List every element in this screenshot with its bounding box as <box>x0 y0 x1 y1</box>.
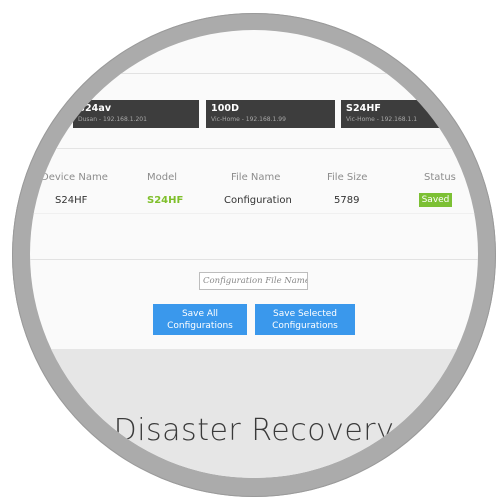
device-card-s24av[interactable]: S24av Dusan - 192.168.1.201 <box>73 100 199 128</box>
cell-device-name: S24HF <box>55 195 88 206</box>
magnified-view: S24av Dusan - 192.168.1.201 100D Vic-Hom… <box>30 30 478 478</box>
status-badge: Saved <box>419 193 452 207</box>
device-name: 100D <box>211 103 240 114</box>
column-header-device-name: Device Name <box>41 172 108 183</box>
button-label-line: Save All <box>181 309 219 319</box>
button-label-line: Configurations <box>167 321 233 331</box>
device-address: Vic-Home - 192.168.1.1 <box>346 116 418 123</box>
table-row-divider <box>30 213 478 214</box>
cell-file-name: Configuration <box>224 195 292 206</box>
column-header-file-size: File Size <box>327 172 368 183</box>
device-card-s24hf[interactable]: S24HF Vic-Home - 192.168.1.1 <box>341 100 478 128</box>
divider <box>30 259 478 260</box>
save-selected-configurations-button[interactable]: Save Selected Configurations <box>255 304 355 335</box>
column-header-status: Status <box>424 172 456 183</box>
device-card[interactable] <box>30 100 68 128</box>
configuration-file-name-input[interactable]: Configuration File Name <box>199 272 308 290</box>
cell-model: S24HF <box>147 195 184 206</box>
device-name: S24HF <box>346 103 382 114</box>
column-header-model: Model <box>147 172 178 183</box>
button-label-line: Configurations <box>272 321 338 331</box>
save-all-configurations-button[interactable]: Save All Configurations <box>153 304 247 335</box>
page-heading: Disaster Recovery <box>113 413 395 448</box>
column-header-file-name: File Name <box>231 172 281 183</box>
device-card-100d[interactable]: 100D Vic-Home - 192.168.1.99 <box>206 100 335 128</box>
device-name: S24av <box>78 103 112 114</box>
device-address: Dusan - 192.168.1.201 <box>78 116 147 123</box>
divider <box>30 73 478 74</box>
button-label-line: Save Selected <box>273 309 337 319</box>
cell-file-size: 5789 <box>334 195 360 206</box>
device-address: Vic-Home - 192.168.1.99 <box>211 116 286 123</box>
divider <box>30 148 478 149</box>
